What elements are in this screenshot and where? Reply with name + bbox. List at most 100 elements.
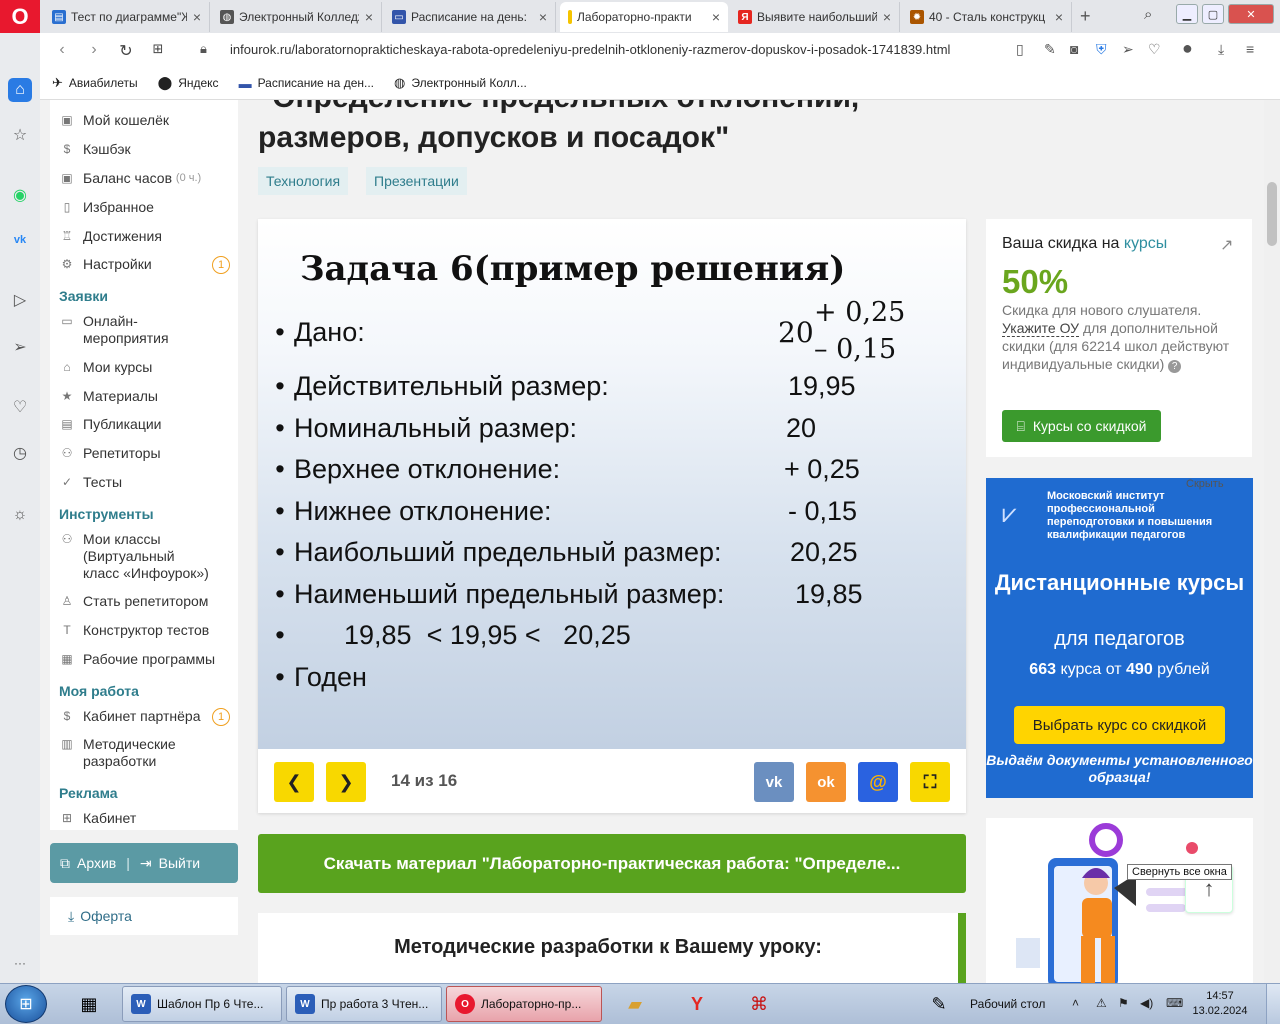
tab-lab-work[interactable]: Лабораторно-практи × <box>560 2 728 32</box>
close-icon[interactable]: × <box>1055 9 1063 25</box>
chevron-up-icon[interactable]: ˄ <box>1072 996 1079 1010</box>
menu-tutors[interactable]: ⚇ Репетиторы <box>60 445 161 462</box>
maximize-icon[interactable]: ▢ <box>1202 4 1224 24</box>
yandex-browser-icon[interactable]: Y <box>672 987 722 1021</box>
discount-courses-button[interactable]: ⌸ Курсы со скидкой <box>1002 410 1161 442</box>
archive-button[interactable]: ⧉ Архив <box>50 855 126 872</box>
menu-favorites[interactable]: ▯ Избранное <box>60 199 154 216</box>
share-vk-button[interactable]: vk <box>754 762 794 802</box>
page-scrollbar[interactable] <box>1264 100 1280 983</box>
folder-icon[interactable]: ▰ <box>610 987 660 1021</box>
send-icon[interactable]: ➢ <box>8 335 32 359</box>
courses-banner[interactable]: ⩗ Московский институт профессиональной п… <box>986 478 1253 798</box>
avatar[interactable]: ● <box>1182 38 1193 59</box>
network-icon[interactable]: ⚠ <box>1096 996 1107 1010</box>
menu-tests[interactable]: ✓ Тесты <box>60 474 122 491</box>
whatsapp-icon[interactable]: ◉ <box>8 183 32 207</box>
prev-slide-button[interactable]: ❮ <box>274 762 314 802</box>
send-icon[interactable]: ➢ <box>1122 41 1134 58</box>
download-icon[interactable]: ⤓ <box>1218 41 1224 58</box>
search-icon[interactable]: ⌕ <box>1144 6 1152 23</box>
tab-yandex[interactable]: Я Выявите наибольший × <box>730 2 900 32</box>
menu-hours[interactable]: ▣ Баланс часов (0 ч.) <box>60 170 201 187</box>
menu-icon[interactable]: ≡ <box>1246 41 1254 57</box>
next-slide-button[interactable]: ❯ <box>326 762 366 802</box>
courses-link[interactable]: курсы <box>1124 235 1167 252</box>
menu-work-programs[interactable]: ▦ Рабочие программы <box>60 651 215 668</box>
extensions-icon[interactable]: ☆ <box>8 123 32 147</box>
fullscreen-button[interactable]: ⛶ <box>910 762 950 802</box>
logout-button[interactable]: ⇥ Выйти <box>130 855 210 872</box>
reader-icon[interactable]: ▯ <box>1016 41 1024 58</box>
choose-course-button[interactable]: Выбрать курс со скидкой <box>1014 706 1225 744</box>
tag-presentations[interactable]: Презентации <box>366 167 467 195</box>
vk-icon[interactable]: vk <box>8 228 32 252</box>
menu-materials[interactable]: ★ Материалы <box>60 388 158 405</box>
history-icon[interactable]: ◷ <box>8 441 32 465</box>
menu-test-builder[interactable]: T Конструктор тестов <box>60 622 209 639</box>
camera-icon[interactable]: ◙ <box>1070 41 1078 57</box>
edit-icon[interactable]: ✎ <box>1044 41 1056 58</box>
specify-school-link[interactable]: Укажите ОУ <box>1002 320 1080 337</box>
heart-icon[interactable]: ♡ <box>8 395 32 419</box>
taskbar-word-2[interactable]: W Пр работа 3 Чтен... <box>286 986 442 1022</box>
close-icon[interactable]: × <box>883 9 891 25</box>
download-material-button[interactable]: Скачать материал "Лабораторно-практическ… <box>258 834 966 893</box>
home-icon[interactable]: ⌂ <box>8 78 32 102</box>
close-window-icon[interactable]: ✕ <box>1228 4 1274 24</box>
tab-schedule[interactable]: ▭ Расписание на день: × <box>384 2 556 32</box>
menu-partner[interactable]: $ Кабинет партнёра 1 <box>60 708 235 726</box>
draw-icon[interactable]: ✎ <box>914 987 964 1021</box>
close-icon[interactable]: × <box>712 9 720 25</box>
menu-achievements[interactable]: ♖ Достижения <box>60 228 162 245</box>
clock[interactable]: 14:57 13.02.2024 <box>1190 989 1250 1019</box>
taskbar-opera[interactable]: O Лабораторно-пр... <box>446 986 602 1022</box>
url-field[interactable]: infourok.ru/laboratornoprakticheskaya-ra… <box>230 42 950 57</box>
menu-methodical[interactable]: ▥ Методические разработки <box>60 736 175 770</box>
menu-cabinet[interactable]: ⊞ Кабинет <box>60 810 136 827</box>
start-button[interactable]: ⊞ <box>5 985 47 1023</box>
tab-college[interactable]: ◍ Электронный Колледж × <box>212 2 382 32</box>
forward-icon[interactable]: › <box>78 41 110 59</box>
share-ok-button[interactable]: ok <box>806 762 846 802</box>
tips-icon[interactable]: ☼ <box>8 503 32 527</box>
menu-wallet[interactable]: ▣ Мой кошелёк <box>60 112 169 129</box>
menu-become-tutor[interactable]: ♙ Стать репетитором <box>60 593 209 610</box>
opera-logo-icon[interactable]: O <box>0 0 40 33</box>
hide-banner-link[interactable]: Скрыть <box>1186 478 1224 490</box>
bookmark-college[interactable]: ◍ Электронный Колл... <box>394 75 527 91</box>
volume-icon[interactable]: ◀) <box>1140 996 1153 1010</box>
menu-my-courses[interactable]: ⌂ Мои курсы <box>60 359 152 376</box>
arrow-up-right-icon[interactable]: ↗ <box>1220 235 1233 255</box>
flag-icon[interactable]: ⚑ <box>1118 996 1129 1010</box>
bookmark-flights[interactable]: ✈ Авиабилеты <box>52 75 138 91</box>
bookmark-schedule[interactable]: ▬ Расписание на ден... <box>239 76 374 91</box>
menu-settings[interactable]: ⚙ Настройки 1 <box>60 256 235 274</box>
menu-online-events[interactable]: ▭ Онлайн- мероприятия <box>60 313 168 347</box>
close-icon[interactable]: × <box>365 9 373 25</box>
share-mail-button[interactable]: @ <box>858 762 898 802</box>
menu-publications[interactable]: ▤ Публикации <box>60 416 161 433</box>
close-icon[interactable]: × <box>539 9 547 25</box>
menu-my-classes[interactable]: ⚇ Мои классы (Виртуальный класс «Инфоуро… <box>60 531 209 582</box>
minimize-icon[interactable]: ▁ <box>1176 4 1198 24</box>
scrollbar-thumb[interactable] <box>1267 182 1277 246</box>
calculator-icon[interactable]: ▦ <box>64 987 114 1021</box>
tag-technology[interactable]: Технология <box>258 167 349 195</box>
help-icon[interactable]: ? <box>1168 360 1182 373</box>
desktop-toolbar-label[interactable]: Рабочий стол <box>970 997 1045 1011</box>
reload-icon[interactable]: ↻ <box>110 41 142 61</box>
heart-icon[interactable]: ♡ <box>1148 41 1161 58</box>
bookmark-yandex[interactable]: ⬤ Яндекс <box>158 75 219 91</box>
menu-cashback[interactable]: $ Кэшбэк <box>60 141 131 158</box>
lock-icon[interactable]: 🔒︎ <box>200 41 207 57</box>
player-icon[interactable]: ▷ <box>8 288 32 312</box>
more-icon[interactable]: ··· <box>8 951 32 975</box>
close-icon[interactable]: × <box>193 9 201 25</box>
oferta-link[interactable]: ⤓ Оферта <box>50 897 238 935</box>
speed-dial-icon[interactable]: ⊞ <box>142 41 174 57</box>
back-icon[interactable]: ‹ <box>46 41 78 59</box>
shield-icon[interactable]: ⛨ <box>1096 41 1107 58</box>
show-desktop-button[interactable] <box>1266 984 1280 1024</box>
taskbar-word-1[interactable]: W Шаблон Пр 6 Чте... <box>122 986 282 1022</box>
